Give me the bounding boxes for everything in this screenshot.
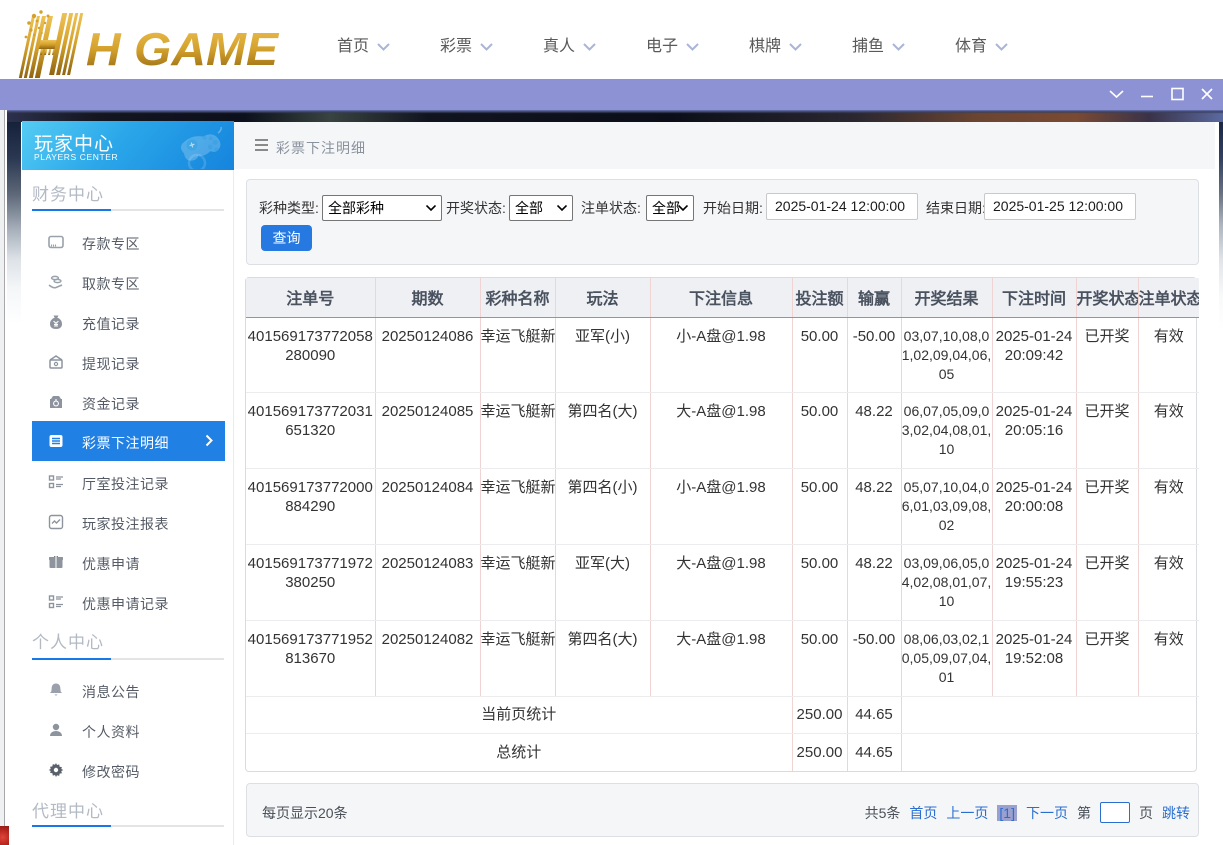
svg-text:H GAME: H GAME: [86, 23, 279, 75]
